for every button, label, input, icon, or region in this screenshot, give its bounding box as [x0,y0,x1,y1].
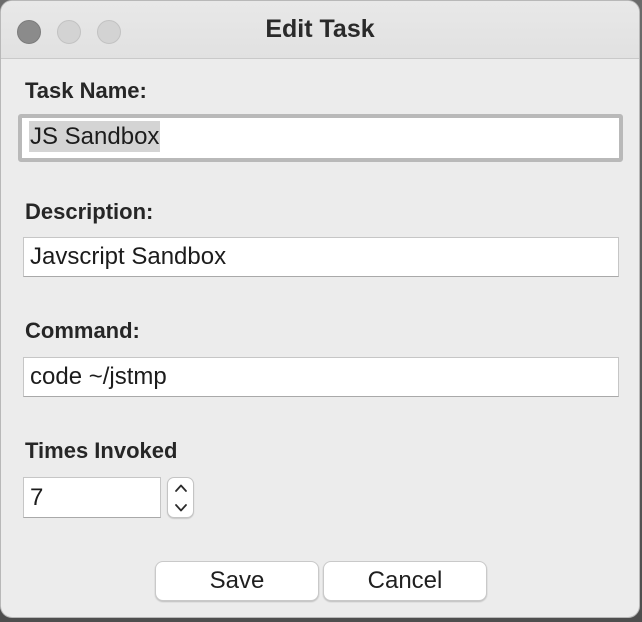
edit-task-dialog: Edit Task Task Name: JS Sandbox Descript… [0,0,640,618]
stepper-decrement-button[interactable] [168,498,193,517]
description-field[interactable]: Javscript Sandbox [23,237,619,277]
command-label: Command: [25,318,140,343]
task-name-value: JS Sandbox [29,121,161,152]
times-invoked-label: Times Invoked [25,438,178,463]
task-name-field[interactable]: JS Sandbox [18,114,623,162]
stepper-increment-button[interactable] [168,478,193,497]
task-name-label: Task Name: [25,78,147,103]
times-invoked-field[interactable]: 7 [23,477,161,518]
chevron-down-icon [174,503,187,511]
times-invoked-stepper[interactable] [167,477,194,518]
cancel-button[interactable]: Cancel [323,561,487,601]
title-bar[interactable]: Edit Task [1,1,639,59]
command-field[interactable]: code ~/jstmp [23,357,619,397]
window-title: Edit Task [265,15,375,43]
save-button[interactable]: Save [155,561,319,601]
chevron-up-icon [174,484,187,492]
description-label: Description: [25,199,154,224]
